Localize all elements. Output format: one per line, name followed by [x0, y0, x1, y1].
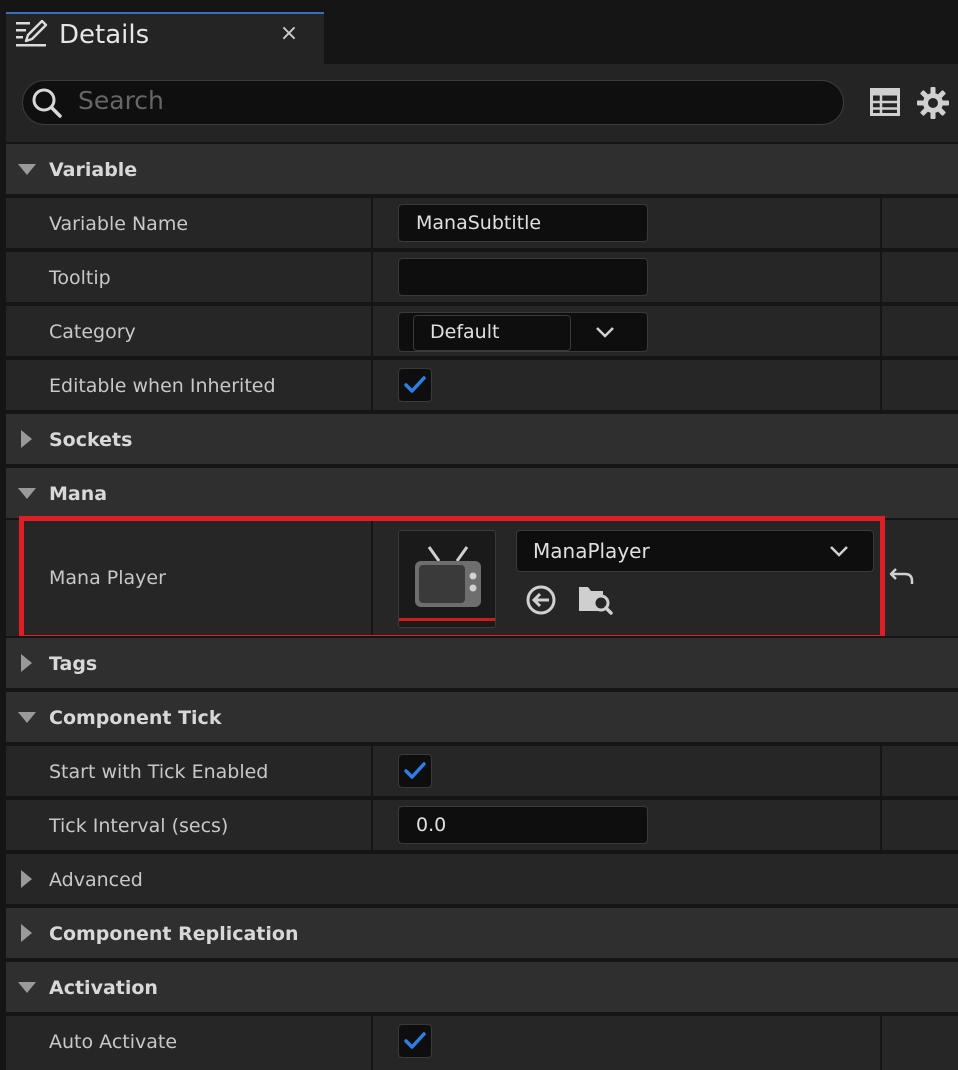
- details-tab[interactable]: [6, 12, 324, 64]
- section-title: Mana: [49, 483, 108, 505]
- highlight-box: [19, 516, 885, 640]
- chevron-down-icon[interactable]: [595, 325, 615, 339]
- start-tick-checkbox[interactable]: [398, 754, 432, 788]
- property-row-tick-interval: Tick Interval (secs) 0.0: [6, 798, 958, 850]
- section-title: Tags: [49, 653, 98, 675]
- table-view-icon[interactable]: [870, 88, 900, 116]
- settings-gear-icon[interactable]: [916, 86, 950, 120]
- collapse-arrow-icon: [21, 924, 32, 942]
- property-row-category: Category Default: [6, 304, 958, 356]
- property-row-auto-activate: Auto Activate: [6, 1014, 958, 1070]
- property-label: Start with Tick Enabled: [49, 761, 269, 783]
- category-combo[interactable]: Default: [398, 312, 648, 352]
- property-label: Tooltip: [49, 267, 111, 289]
- checkmark-icon: [404, 1032, 426, 1049]
- tooltip-input[interactable]: [398, 258, 648, 296]
- property-row-tooltip: Tooltip: [6, 250, 958, 302]
- checkmark-icon: [404, 762, 426, 779]
- property-label: Auto Activate: [49, 1031, 178, 1053]
- section-title: Activation: [49, 977, 158, 999]
- property-row-start-tick: Start with Tick Enabled: [6, 744, 958, 796]
- variable-name-input[interactable]: ManaSubtitle: [398, 204, 648, 242]
- section-component-replication[interactable]: Component Replication: [6, 906, 958, 958]
- section-variable[interactable]: Variable: [6, 142, 958, 194]
- expand-arrow-icon: [18, 164, 36, 175]
- section-title: Advanced: [49, 869, 143, 891]
- reset-to-default-icon[interactable]: [888, 564, 916, 588]
- tab-title: Details: [59, 20, 150, 50]
- section-component-tick[interactable]: Component Tick: [6, 690, 958, 742]
- section-tags[interactable]: Tags: [6, 636, 958, 688]
- search-placeholder: Search: [78, 86, 164, 115]
- property-label: Tick Interval (secs): [49, 815, 229, 837]
- section-title: Variable: [49, 159, 138, 181]
- section-title: Component Tick: [49, 707, 222, 729]
- category-value[interactable]: Default: [413, 315, 571, 351]
- section-sockets[interactable]: Sockets: [6, 412, 958, 464]
- expand-arrow-icon: [18, 488, 36, 499]
- collapse-arrow-icon: [21, 654, 32, 672]
- section-activation[interactable]: Activation: [6, 960, 958, 1012]
- collapse-arrow-icon: [21, 430, 32, 448]
- section-advanced[interactable]: Advanced: [6, 852, 958, 904]
- property-row-editable-inherited: Editable when Inherited: [6, 358, 958, 410]
- property-label: Variable Name: [49, 213, 189, 235]
- property-label: Category: [49, 321, 136, 343]
- tick-interval-input[interactable]: 0.0: [398, 806, 648, 844]
- expand-arrow-icon: [18, 982, 36, 993]
- expand-arrow-icon: [18, 712, 36, 723]
- property-label: Editable when Inherited: [49, 375, 276, 397]
- section-title: Sockets: [49, 429, 133, 451]
- editable-inherited-checkbox[interactable]: [398, 368, 432, 402]
- checkmark-icon: [404, 376, 426, 393]
- section-mana[interactable]: Mana: [6, 466, 958, 518]
- auto-activate-checkbox[interactable]: [398, 1024, 432, 1058]
- collapse-arrow-icon: [21, 870, 32, 888]
- close-tab-icon[interactable]: ×: [278, 20, 300, 48]
- search-icon: [32, 88, 62, 118]
- property-row-variable-name: Variable Name ManaSubtitle: [6, 196, 958, 248]
- section-title: Component Replication: [49, 923, 299, 945]
- details-edit-icon: [16, 19, 48, 47]
